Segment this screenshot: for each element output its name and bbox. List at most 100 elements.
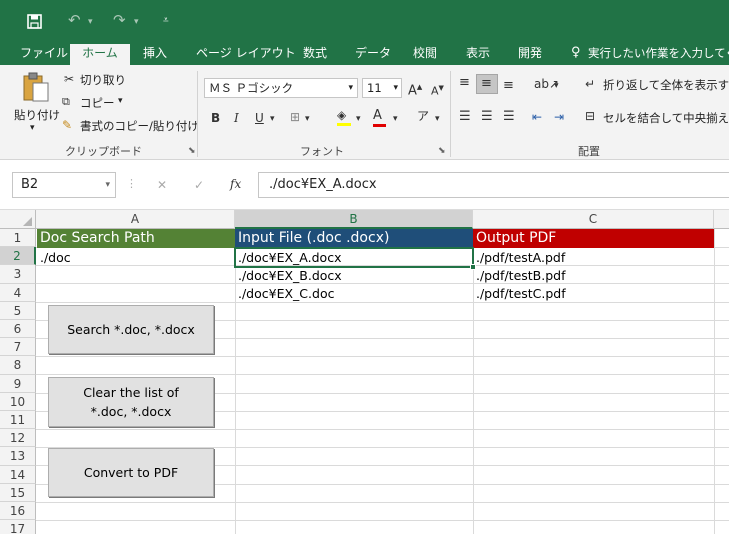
column-header-b[interactable]: B bbox=[235, 210, 473, 229]
cell-a1[interactable]: Doc Search Path bbox=[37, 229, 235, 248]
row-header-7[interactable]: 7 bbox=[0, 338, 36, 357]
paste-button[interactable]: 貼り付け bbox=[14, 107, 60, 123]
column-header-a[interactable]: A bbox=[36, 210, 235, 229]
tab-formulas[interactable]: 数式 bbox=[303, 43, 327, 65]
copy-button[interactable]: コピー bbox=[80, 95, 115, 111]
increase-indent-icon[interactable]: ⇥ bbox=[554, 110, 564, 124]
bold-button[interactable]: B bbox=[211, 111, 220, 125]
decrease-font-size-icon[interactable]: A▼ bbox=[431, 81, 444, 99]
copy-dropdown-icon[interactable]: ▾ bbox=[118, 96, 123, 106]
fill-color-dropdown-icon[interactable]: ▾ bbox=[356, 112, 361, 126]
row-header-16[interactable]: 16 bbox=[0, 502, 36, 521]
row-header-4[interactable]: 4 bbox=[0, 283, 36, 302]
tell-me-box[interactable]: 実行したい作業を入力してくだ bbox=[588, 43, 729, 65]
underline-button[interactable]: U bbox=[255, 111, 264, 125]
row-header-9[interactable]: 9 bbox=[0, 374, 36, 393]
merge-center-button[interactable]: セルを結合して中央揃え bbox=[603, 110, 729, 126]
column-header-c[interactable]: C bbox=[473, 210, 714, 229]
font-size-select[interactable]: 11 ▾ bbox=[362, 78, 402, 98]
redo-icon[interactable]: ↷ bbox=[113, 12, 126, 28]
font-color-dropdown-icon[interactable]: ▾ bbox=[393, 112, 398, 126]
row-header-1[interactable]: 1 bbox=[0, 229, 36, 248]
cell-b4[interactable]: ./doc¥EX_C.doc bbox=[235, 285, 473, 303]
row-header-5[interactable]: 5 bbox=[0, 301, 36, 320]
wrap-text-button[interactable]: 折り返して全体を表示する bbox=[603, 77, 729, 93]
row-header-10[interactable]: 10 bbox=[0, 392, 36, 411]
cancel-icon[interactable]: ✕ bbox=[157, 178, 167, 192]
tab-data[interactable]: データ bbox=[355, 43, 391, 65]
tab-home[interactable]: ホーム bbox=[70, 44, 130, 65]
align-center-icon[interactable]: ☰ bbox=[481, 110, 493, 124]
row-header-17[interactable]: 17 bbox=[0, 520, 36, 534]
tab-insert[interactable]: 挿入 bbox=[143, 43, 167, 65]
row-header-6[interactable]: 6 bbox=[0, 320, 36, 339]
cell-b1[interactable]: Input File (.doc .docx) bbox=[235, 229, 473, 248]
select-all-corner[interactable] bbox=[0, 210, 36, 229]
row-header-11[interactable]: 11 bbox=[0, 411, 36, 430]
paste-dropdown-icon[interactable]: ▾ bbox=[30, 123, 35, 133]
align-right-icon[interactable]: ☰ bbox=[503, 110, 515, 124]
fill-color-icon[interactable]: ◈ bbox=[337, 108, 351, 126]
gridline-horizontal bbox=[36, 374, 729, 376]
tab-view[interactable]: 表示 bbox=[466, 43, 490, 65]
search-button[interactable]: Search *.doc, *.docx bbox=[48, 305, 214, 354]
lightbulb-icon: ♀ bbox=[571, 45, 581, 60]
underline-dropdown-icon[interactable]: ▾ bbox=[270, 112, 275, 126]
font-size-value: 11 bbox=[367, 81, 382, 95]
align-middle-button[interactable]: ≡ bbox=[476, 74, 498, 94]
customize-qat-icon[interactable]: ⩡ bbox=[163, 13, 169, 29]
column-header-d[interactable] bbox=[714, 210, 729, 229]
fill-handle[interactable] bbox=[470, 264, 476, 270]
orientation-dropdown-icon[interactable]: ▾ bbox=[554, 79, 559, 93]
row-header-15[interactable]: 15 bbox=[0, 483, 36, 502]
insert-function-icon[interactable]: fx bbox=[230, 177, 241, 191]
cell-c4[interactable]: ./pdf/testC.pdf bbox=[473, 285, 714, 303]
phonetic-dropdown-icon[interactable]: ▾ bbox=[435, 112, 440, 126]
row-header-2[interactable]: 2 bbox=[0, 247, 36, 266]
font-name-select[interactable]: ＭＳ Ｐゴシック ▾ bbox=[204, 78, 358, 98]
paste-icon[interactable] bbox=[22, 71, 50, 103]
active-cell-border bbox=[234, 247, 474, 268]
convert-to-pdf-button[interactable]: Convert to PDF bbox=[48, 448, 214, 497]
font-color-icon[interactable]: A bbox=[373, 109, 386, 127]
row-header-14[interactable]: 14 bbox=[0, 465, 36, 484]
decrease-indent-icon[interactable]: ⇤ bbox=[532, 110, 542, 124]
cell-b3[interactable]: ./doc¥EX_B.docx bbox=[235, 267, 473, 285]
row-header-3[interactable]: 3 bbox=[0, 265, 36, 284]
increase-font-size-icon[interactable]: A▲ bbox=[408, 80, 422, 98]
format-painter-button[interactable]: 書式のコピー/貼り付け bbox=[80, 118, 199, 134]
tab-developer[interactable]: 開発 bbox=[518, 43, 542, 65]
tab-page-layout[interactable]: ページ レイアウト bbox=[196, 43, 296, 65]
row-header-8[interactable]: 8 bbox=[0, 356, 36, 375]
clear-button-label-line2: *.doc, *.docx bbox=[90, 404, 172, 419]
cell-c2[interactable]: ./pdf/testA.pdf bbox=[473, 249, 714, 267]
cut-button[interactable]: 切り取り bbox=[80, 72, 126, 88]
font-group-label: フォント bbox=[300, 145, 344, 158]
phonetic-icon[interactable]: ア bbox=[417, 109, 429, 123]
formula-input[interactable]: ./doc¥EX_A.docx bbox=[258, 172, 729, 198]
italic-button[interactable]: I bbox=[234, 111, 239, 125]
font-launcher-icon[interactable]: ⬊ bbox=[438, 146, 446, 156]
tab-review[interactable]: 校閲 bbox=[413, 43, 437, 65]
undo-dropdown-icon[interactable]: ▾ bbox=[88, 14, 93, 30]
tab-file[interactable]: ファイル bbox=[20, 43, 68, 65]
redo-dropdown-icon[interactable]: ▾ bbox=[134, 14, 139, 30]
align-left-icon[interactable]: ☰ bbox=[459, 110, 471, 124]
row-header-13[interactable]: 13 bbox=[0, 447, 36, 466]
align-top-icon[interactable]: ≡ bbox=[459, 76, 470, 90]
undo-icon[interactable]: ↶ bbox=[68, 12, 81, 28]
grip-icon: ⋮ bbox=[126, 177, 137, 190]
cell-c3[interactable]: ./pdf/testB.pdf bbox=[473, 267, 714, 285]
name-box[interactable]: B2 ▾ bbox=[12, 172, 116, 198]
clear-list-button[interactable]: Clear the list of *.doc, *.docx bbox=[48, 377, 214, 427]
cell-a2[interactable]: ./doc bbox=[37, 249, 235, 267]
clipboard-launcher-icon[interactable]: ⬊ bbox=[188, 146, 196, 156]
border-dropdown-icon[interactable]: ▾ bbox=[305, 112, 310, 126]
cell-c1[interactable]: Output PDF bbox=[473, 229, 714, 248]
gridline-horizontal bbox=[36, 501, 729, 503]
save-icon[interactable] bbox=[27, 14, 42, 29]
align-bottom-icon[interactable]: ≡ bbox=[503, 79, 514, 93]
enter-icon[interactable]: ✓ bbox=[194, 178, 204, 192]
row-header-12[interactable]: 12 bbox=[0, 429, 36, 448]
border-icon[interactable]: ⊞ bbox=[290, 110, 300, 124]
